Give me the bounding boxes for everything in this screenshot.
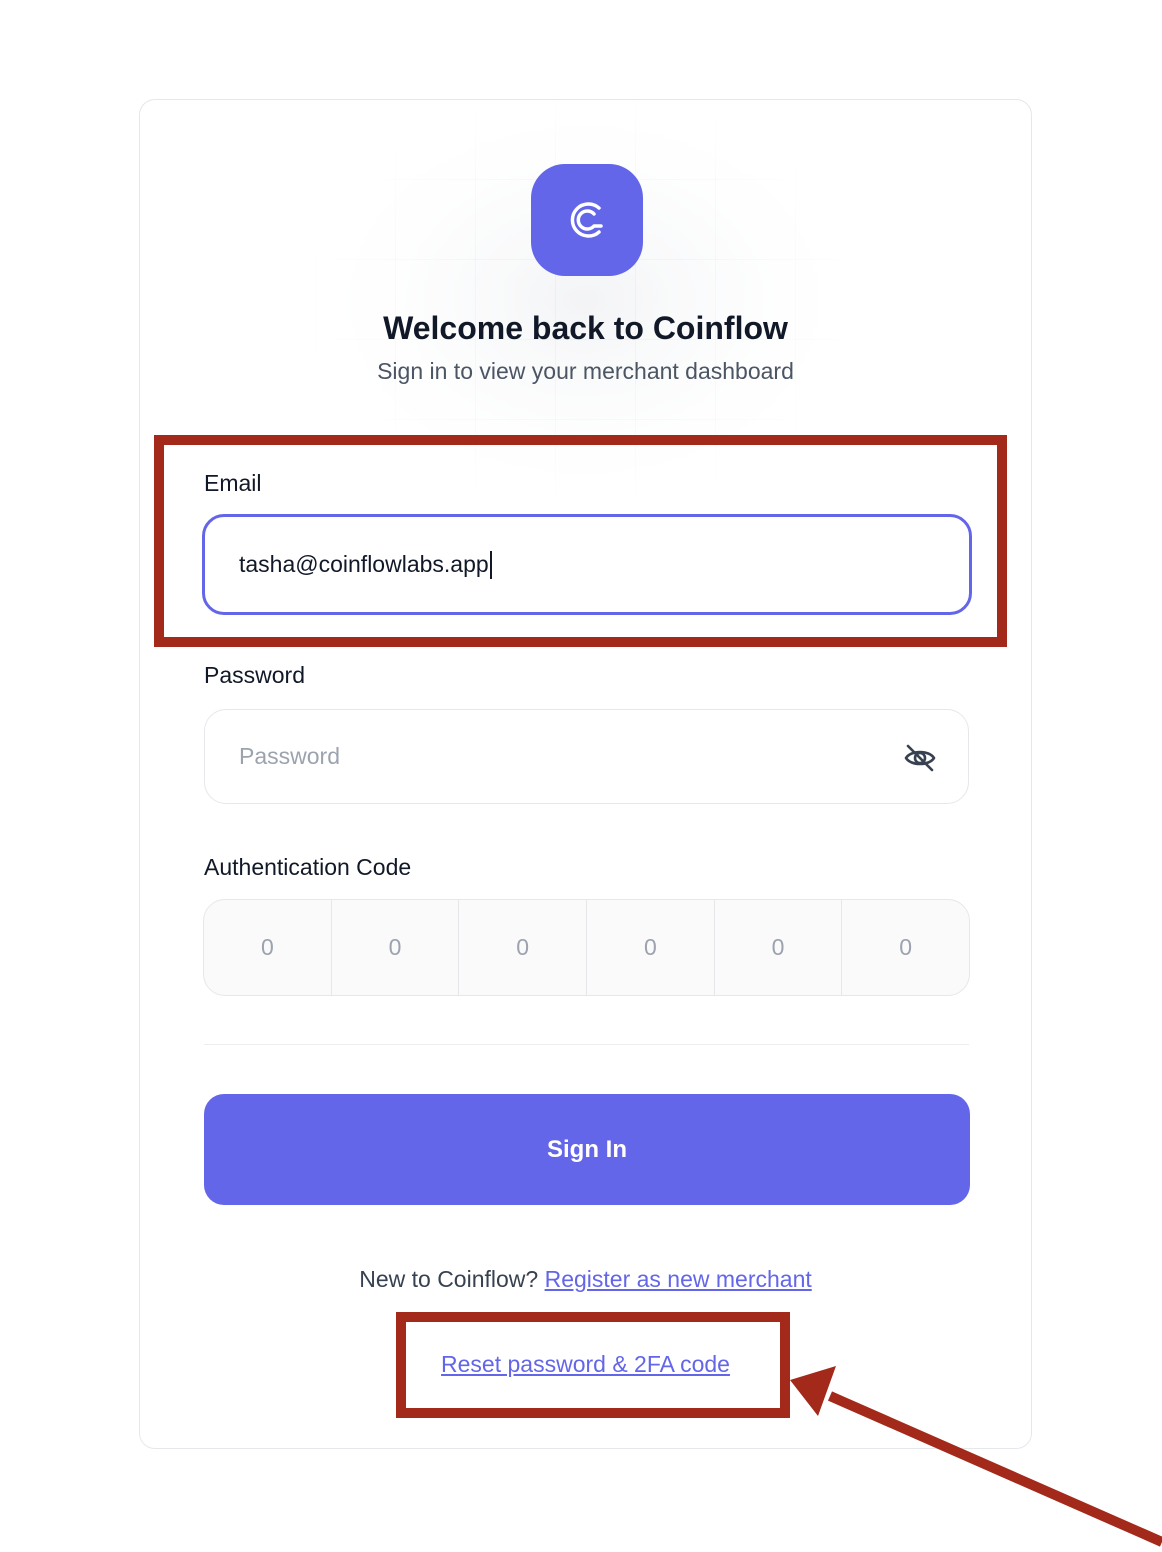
auth-code-digit-6[interactable]: 0 bbox=[842, 900, 969, 995]
eye-slash-icon[interactable] bbox=[902, 740, 938, 776]
auth-code-digit-1[interactable]: 0 bbox=[204, 900, 332, 995]
register-prompt: New to Coinflow? bbox=[359, 1266, 539, 1292]
text-caret bbox=[489, 550, 492, 579]
auth-code-digit-2[interactable]: 0 bbox=[332, 900, 460, 995]
header-background bbox=[315, 100, 855, 500]
reset-password-link[interactable]: Reset password & 2FA code bbox=[441, 1351, 730, 1377]
form-divider bbox=[204, 1044, 969, 1045]
page-title: Welcome back to Coinflow bbox=[383, 310, 788, 346]
email-field[interactable]: tasha@coinflowlabs.app bbox=[202, 514, 972, 615]
auth-code-digit-4[interactable]: 0 bbox=[587, 900, 715, 995]
auth-code-digit-3[interactable]: 0 bbox=[459, 900, 588, 995]
password-field[interactable]: Password bbox=[204, 709, 969, 804]
auth-code-input: 0 0 0 0 0 0 bbox=[203, 899, 970, 996]
password-placeholder: Password bbox=[239, 743, 340, 769]
register-prompt-line: New to Coinflow? Register as new merchan… bbox=[140, 1266, 1031, 1293]
email-value: tasha@coinflowlabs.app bbox=[239, 551, 489, 577]
sign-in-button[interactable]: Sign In bbox=[204, 1094, 970, 1205]
email-label: Email bbox=[204, 470, 262, 496]
auth-code-label: Authentication Code bbox=[204, 854, 412, 880]
page-subtitle: Sign in to view your merchant dashboard bbox=[377, 358, 794, 384]
coinflow-logo-icon bbox=[531, 164, 643, 276]
register-link[interactable]: Register as new merchant bbox=[545, 1266, 812, 1292]
password-label: Password bbox=[204, 662, 305, 688]
auth-code-digit-5[interactable]: 0 bbox=[715, 900, 843, 995]
reset-line: Reset password & 2FA code bbox=[140, 1351, 1031, 1378]
login-card: Welcome back to Coinflow Sign in to view… bbox=[139, 99, 1032, 1449]
